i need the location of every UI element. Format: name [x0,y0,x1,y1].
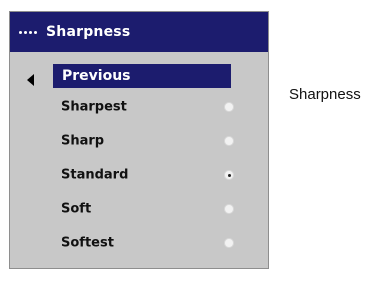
option-sharpest[interactable]: Sharpest [10,90,268,124]
sharpness-caption: Sharpness [289,86,361,103]
option-label: Sharp [61,133,105,149]
option-label: Softest [61,235,114,251]
previous-button[interactable]: Previous [52,63,232,89]
back-arrow-icon[interactable] [27,74,34,86]
previous-label: Previous [62,68,131,84]
radio-button[interactable] [224,136,234,146]
option-softest[interactable]: Softest [10,226,268,260]
menu-title: Sharpness [46,24,131,40]
radio-button[interactable] [224,204,234,214]
option-sharp[interactable]: Sharp [10,124,268,158]
menu-header: Sharpness [10,12,268,52]
radio-button[interactable] [224,102,234,112]
option-soft[interactable]: Soft [10,192,268,226]
sharpness-menu: Sharpness Previous Sharpest Sharp Standa… [9,11,269,269]
menu-dots-icon [19,30,37,34]
radio-button[interactable] [224,238,234,248]
option-label: Sharpest [61,99,127,115]
option-label: Soft [61,201,92,217]
radio-button-selected[interactable] [224,170,234,180]
option-standard[interactable]: Standard [10,158,268,192]
option-label: Standard [61,167,129,183]
